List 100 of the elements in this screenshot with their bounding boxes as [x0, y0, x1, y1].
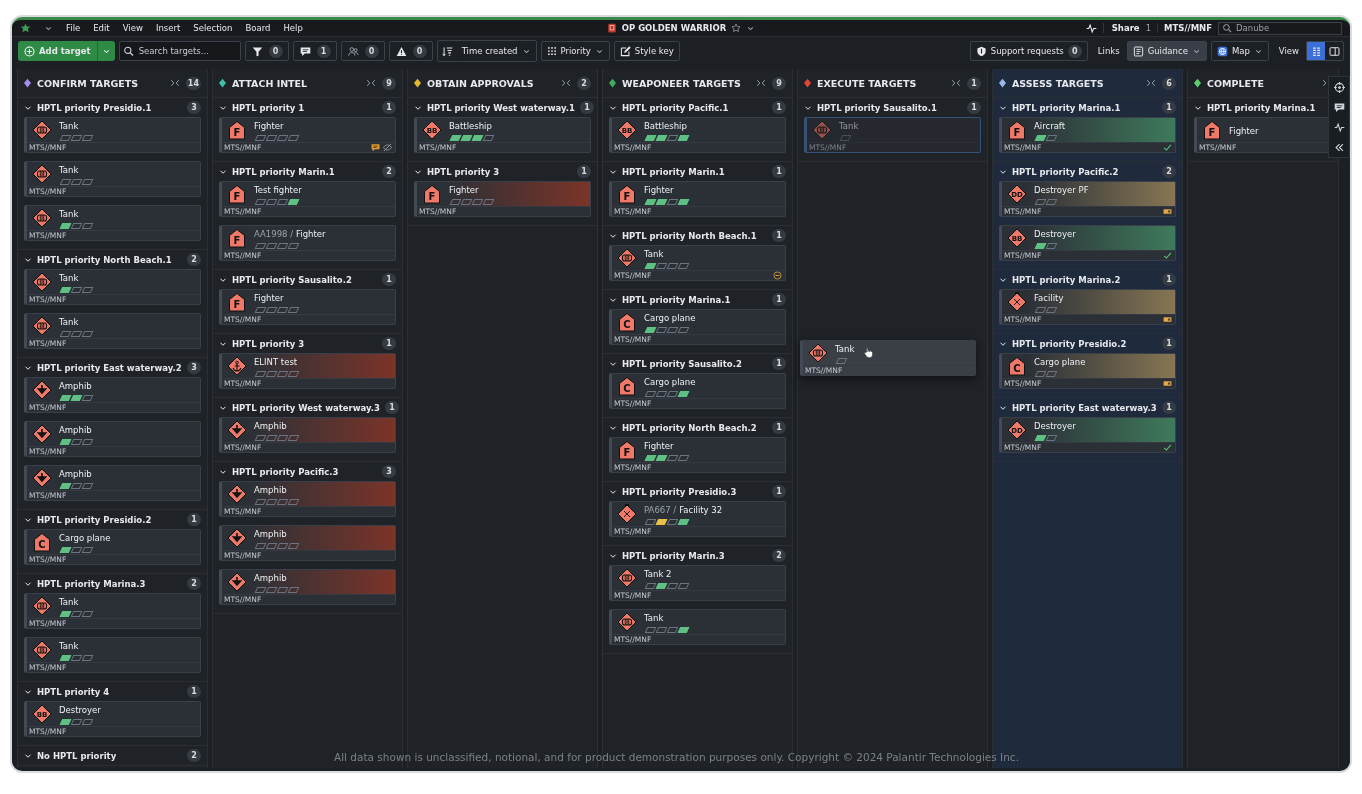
group-title: HPTL priority Pacific.1: [622, 102, 729, 113]
group-title: HPTL priority Presidio.3: [622, 486, 737, 497]
comment-filter-button[interactable]: 1: [292, 41, 337, 61]
tank-symbol-icon: [32, 596, 52, 616]
anchor-symbol-icon: [227, 356, 247, 376]
menu-item[interactable]: File: [66, 23, 81, 33]
count-badge: 14: [185, 76, 201, 90]
target-name: Destroyer: [1034, 421, 1076, 431]
add-target-button[interactable]: Add target: [18, 41, 97, 61]
activity-icon[interactable]: [1085, 22, 1097, 34]
target-name: Tank: [835, 344, 855, 354]
app-logo-icon[interactable]: [20, 22, 31, 34]
globe-icon: [1216, 45, 1228, 57]
arrow-symbol-icon: [32, 424, 52, 444]
count-badge: 1: [1162, 101, 1176, 114]
collapse-icon[interactable]: [366, 78, 376, 88]
target-name: Tank: [59, 641, 79, 651]
target-name: Fighter: [254, 121, 284, 131]
people-filter-button[interactable]: 0: [340, 41, 385, 61]
count-badge: 1: [967, 101, 981, 114]
lettered-pentagon-icon: F: [227, 228, 247, 248]
column-title: WEAPONEER TARGETS: [622, 77, 741, 89]
tank-symbol-icon: [617, 248, 637, 268]
group-by-dropdown[interactable]: Priority: [540, 41, 610, 61]
search-field[interactable]: Danube: [1218, 21, 1342, 35]
warning-filter-button[interactable]: 0: [388, 41, 433, 61]
target-name: Amphib: [254, 529, 287, 539]
target-name: ELINT test: [254, 357, 298, 367]
group-title: HPTL priority Sausalito.1: [817, 102, 937, 113]
target-name: Cargo plane: [59, 533, 111, 543]
target-name: Fighter: [644, 185, 674, 195]
target-name: Tank: [59, 317, 79, 327]
link-dropdown[interactable]: Guidance: [1126, 41, 1207, 61]
star-icon[interactable]: [731, 23, 742, 33]
share-button[interactable]: Share: [1102, 23, 1140, 33]
links-label: Links: [1097, 46, 1120, 56]
target-name: Amphib: [254, 573, 287, 583]
tank-symbol-icon: [32, 164, 52, 184]
target-name: Destroyer PF: [1034, 185, 1089, 195]
menu-item[interactable]: Selection: [193, 23, 233, 33]
dot-grid-icon: [546, 46, 557, 56]
group-title: HPTL priority 3: [427, 166, 500, 177]
link-dropdown[interactable]: Map: [1210, 41, 1269, 61]
count-badge: 1: [385, 401, 399, 414]
search-field[interactable]: Search targets...: [118, 41, 241, 61]
target-name: Tank: [59, 597, 79, 607]
lettered-pentagon-icon: C: [617, 312, 637, 332]
count-badge: 1: [772, 229, 786, 242]
target-name: Fighter: [644, 441, 674, 451]
column-title: OBTAIN APPROVALS: [427, 77, 534, 89]
menu-item[interactable]: Help: [283, 23, 303, 33]
target-name: Fighter: [296, 229, 326, 239]
target-name: Destroyer: [59, 705, 101, 715]
arrow-symbol-icon: [227, 572, 247, 592]
plus-circle-icon: [24, 45, 35, 57]
lettered-pentagon-icon: F: [227, 184, 247, 204]
menu-item[interactable]: Board: [245, 23, 271, 33]
tank-symbol-icon: [808, 343, 828, 363]
count-badge: 9: [772, 76, 786, 90]
count-badge: 2: [187, 749, 201, 762]
activity-icon: [1333, 121, 1345, 133]
filter-filter-button[interactable]: 0: [244, 41, 289, 61]
collapse-icon[interactable]: [1146, 78, 1156, 88]
classification-label: MTS//MNF: [1164, 23, 1212, 33]
group-title: HPTL priority North Beach.2: [622, 422, 757, 433]
menu-item[interactable]: Insert: [155, 23, 181, 33]
support-requests-button[interactable]: Support requests 0: [969, 41, 1088, 61]
check-icon: [1163, 251, 1172, 260]
collapse-icon[interactable]: [169, 78, 180, 88]
group-title: HPTL priority Marin.1: [622, 166, 725, 177]
target-name: Tank: [59, 165, 79, 175]
cross-symbol-icon: [1007, 292, 1027, 312]
group-title: HPTL priority Presidio.2: [1012, 338, 1127, 349]
tag-icon: [1163, 379, 1172, 388]
column-title: CONFIRM TARGETS: [37, 77, 139, 89]
document-icon: [1132, 45, 1144, 57]
funnel-icon: [251, 45, 263, 57]
count-badge: 2: [1162, 165, 1176, 178]
menu-item[interactable]: View: [122, 23, 143, 33]
column-title: ATTACH INTEL: [232, 77, 308, 89]
target-name: Test fighter: [254, 185, 302, 195]
view-toggle[interactable]: [1307, 42, 1325, 60]
group-title: HPTL priority Pacific.2: [1012, 166, 1119, 177]
collapse-icon[interactable]: [756, 78, 766, 88]
lettered-pentagon-icon: C: [32, 532, 52, 552]
target-name: Battleship: [449, 121, 492, 131]
count-badge: 2: [187, 577, 201, 590]
collapse-icon[interactable]: [951, 78, 961, 88]
style-key-button[interactable]: Style key: [613, 41, 680, 61]
sort-icon[interactable]: [441, 45, 453, 57]
group-title: HPTL priority Sausalito.2: [622, 358, 742, 369]
count-badge: 1: [187, 685, 201, 698]
lettered-pentagon-icon: F: [1007, 120, 1027, 140]
tag-icon: [1163, 315, 1172, 324]
menu-item[interactable]: Edit: [93, 23, 110, 33]
collapse-icon[interactable]: [561, 78, 571, 88]
count-badge: 2: [187, 253, 201, 266]
group-title: HPTL priority East waterway.2: [37, 362, 182, 373]
tank-symbol-icon: [32, 316, 52, 336]
arrow-symbol-icon: [227, 528, 247, 548]
